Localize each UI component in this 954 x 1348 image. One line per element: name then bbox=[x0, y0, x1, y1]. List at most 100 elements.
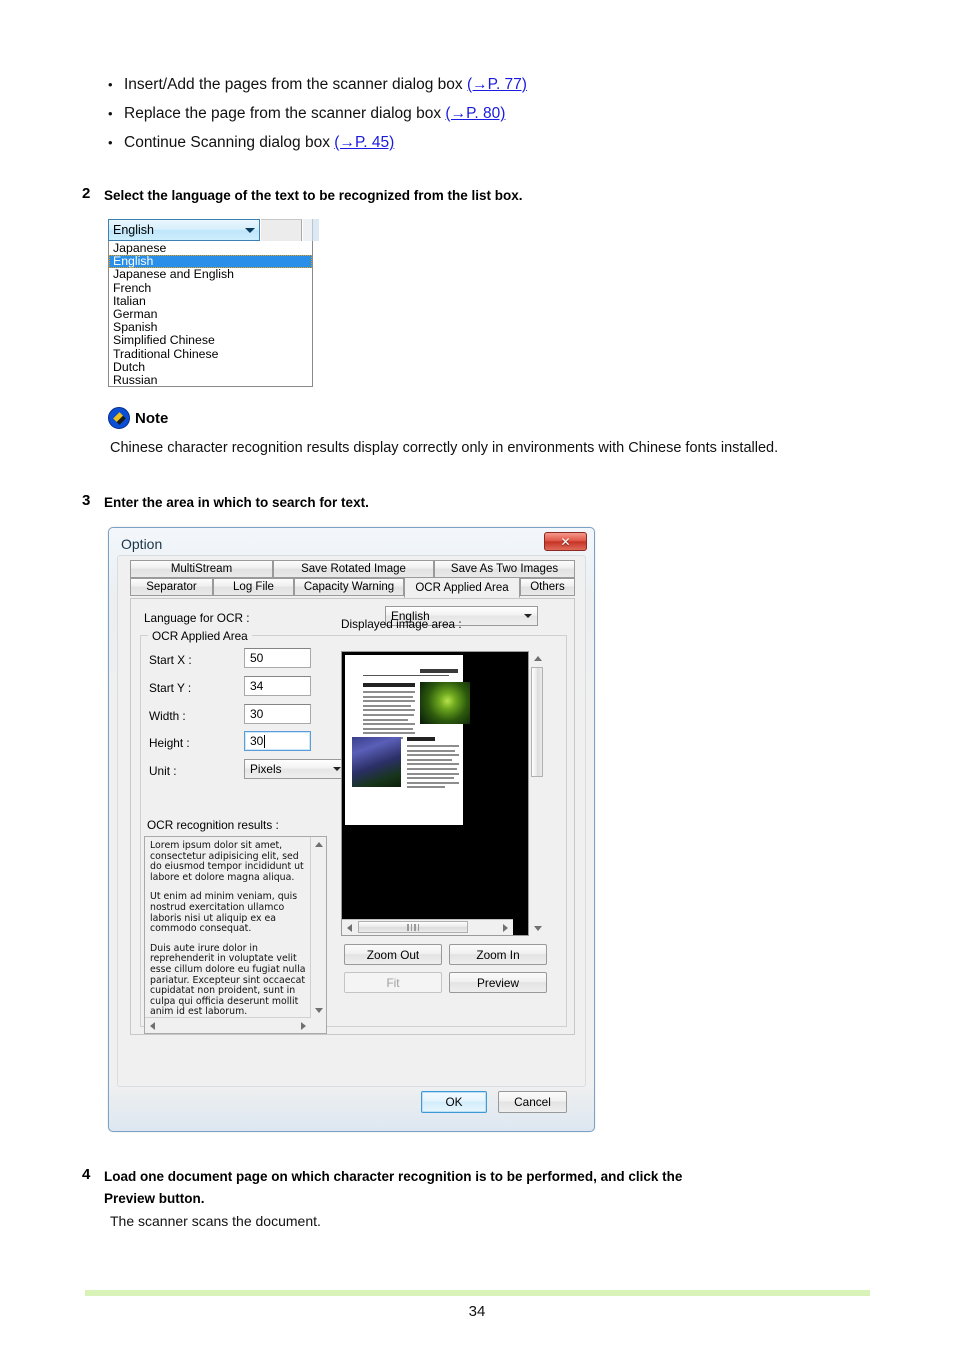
scrollbar-thumb-vertical[interactable] bbox=[531, 667, 543, 777]
scroll-up-icon[interactable] bbox=[311, 837, 326, 852]
step-text: Enter the area in which to search for te… bbox=[104, 495, 369, 510]
width-input[interactable]: 30 bbox=[244, 704, 311, 724]
preview-text-column-2 bbox=[407, 745, 459, 791]
list-option[interactable]: French bbox=[109, 281, 312, 295]
language-for-ocr-label: Language for OCR : bbox=[144, 611, 250, 625]
preview-heading-2 bbox=[407, 737, 435, 741]
step-text: Select the language of the text to be re… bbox=[104, 188, 523, 203]
step-text-line2: Preview button. bbox=[104, 1191, 205, 1206]
step-3: 3 Enter the area in which to search for … bbox=[82, 492, 872, 514]
tab-separator[interactable]: Separator bbox=[130, 578, 213, 596]
list-option[interactable]: Traditional Chinese bbox=[109, 347, 312, 361]
language-listbox[interactable]: Japanese English Japanese and English Fr… bbox=[108, 241, 313, 387]
step-number: 4 bbox=[82, 1166, 91, 1183]
preview-vertical-scrollbar[interactable] bbox=[530, 651, 546, 936]
tab-capacity-warning[interactable]: Capacity Warning bbox=[294, 578, 404, 596]
step-number: 3 bbox=[82, 492, 91, 509]
step-text-line1: Load one document page on which characte… bbox=[104, 1169, 683, 1184]
chevron-down-icon[interactable] bbox=[519, 614, 537, 618]
scroll-right-icon[interactable] bbox=[498, 920, 513, 935]
preview-header-text bbox=[420, 669, 458, 673]
tab-multistream[interactable]: MultiStream bbox=[130, 560, 273, 578]
tab-log-file[interactable]: Log File bbox=[213, 578, 294, 596]
unit-value: Pixels bbox=[250, 762, 282, 776]
bullet-text: Replace the page from the scanner dialog… bbox=[124, 105, 442, 122]
zoom-out-button[interactable]: Zoom Out bbox=[344, 944, 442, 965]
displayed-image-area-label: Displayed image area : bbox=[341, 617, 462, 631]
ocr-results-paragraph: Lorem ipsum dolor sit amet, consectetur … bbox=[150, 840, 304, 883]
combobox-adjacent-panel-2 bbox=[303, 219, 313, 241]
tab-panel-ocr-applied-area: Language for OCR : English OCR Applied A… bbox=[130, 598, 575, 1035]
height-input[interactable]: 30 bbox=[244, 731, 311, 751]
ok-button[interactable]: OK bbox=[421, 1091, 487, 1113]
scroll-left-icon[interactable] bbox=[145, 1018, 160, 1033]
close-icon[interactable]: ✕ bbox=[544, 532, 587, 551]
note-heading: Note bbox=[108, 407, 168, 429]
scroll-down-icon[interactable] bbox=[311, 1003, 326, 1018]
dialog-client-area: MultiStream Save Rotated Image Save As T… bbox=[117, 555, 586, 1087]
tab-save-as-two-images[interactable]: Save As Two Images bbox=[434, 560, 575, 578]
unit-select[interactable]: Pixels bbox=[244, 759, 347, 779]
footer-divider bbox=[85, 1290, 870, 1296]
ocr-results-text: Lorem ipsum dolor sit amet, consectetur … bbox=[145, 837, 311, 1018]
cross-reference-link[interactable]: (→P. 77) bbox=[467, 76, 527, 93]
list-item: • Continue Scanning dialog box (→P. 45) bbox=[108, 128, 868, 157]
option-dialog: Option ✕ MultiStream Save Rotated Image … bbox=[108, 527, 595, 1132]
language-combobox-field[interactable]: English bbox=[108, 219, 260, 241]
bullet-list: • Insert/Add the pages from the scanner … bbox=[108, 70, 868, 157]
preview-horizontal-scrollbar[interactable] bbox=[342, 919, 513, 935]
bullet-dot-icon: • bbox=[108, 106, 113, 121]
cross-reference-link[interactable]: (→P. 45) bbox=[334, 134, 394, 151]
group-caption: OCR Applied Area bbox=[148, 629, 252, 643]
image-preview[interactable] bbox=[341, 651, 529, 936]
textarea-vertical-scrollbar[interactable] bbox=[310, 837, 326, 1018]
tab-ocr-applied-area[interactable]: OCR Applied Area bbox=[404, 577, 520, 598]
ocr-results-label: OCR recognition results : bbox=[147, 818, 279, 832]
start-x-input[interactable]: 50 bbox=[244, 648, 311, 668]
tab-save-rotated-image[interactable]: Save Rotated Image bbox=[273, 560, 434, 578]
start-y-input[interactable]: 34 bbox=[244, 676, 311, 696]
combobox-adjacent-panel-3 bbox=[313, 219, 319, 241]
note-body: Chinese character recognition results di… bbox=[110, 440, 779, 456]
language-combobox[interactable]: English bbox=[108, 219, 319, 243]
cancel-button[interactable]: Cancel bbox=[498, 1091, 567, 1113]
width-label: Width : bbox=[149, 709, 186, 723]
step-4: 4 Load one document page on which charac… bbox=[82, 1166, 872, 1210]
combobox-adjacent-panel bbox=[261, 219, 302, 241]
page-number: 34 bbox=[468, 1303, 486, 1320]
note-title: Note bbox=[135, 409, 169, 427]
tab-others[interactable]: Others bbox=[520, 578, 575, 596]
start-y-label: Start Y : bbox=[149, 681, 192, 695]
bullet-dot-icon: • bbox=[108, 135, 113, 150]
zoom-in-button[interactable]: Zoom In bbox=[449, 944, 547, 965]
language-combobox-value: English bbox=[113, 223, 154, 237]
ocr-results-paragraph: Ut enim ad minim veniam, quis nostrud ex… bbox=[150, 891, 298, 935]
list-option[interactable]: Russian bbox=[109, 373, 312, 387]
preview-button[interactable]: Preview bbox=[449, 972, 547, 993]
textarea-horizontal-scrollbar[interactable] bbox=[145, 1017, 311, 1033]
chevron-down-icon[interactable] bbox=[240, 220, 259, 240]
preview-photo-flowers bbox=[352, 737, 401, 787]
scroll-up-icon[interactable] bbox=[530, 651, 545, 666]
manual-page: • Insert/Add the pages from the scanner … bbox=[0, 0, 954, 1348]
dialog-title: Option bbox=[121, 536, 163, 552]
list-option[interactable]: Japanese and English bbox=[109, 268, 312, 281]
step-2: 2 Select the language of the text to be … bbox=[82, 185, 872, 207]
preview-rule bbox=[363, 675, 449, 676]
bullet-text: Insert/Add the pages from the scanner di… bbox=[124, 76, 463, 93]
scrollbar-corner bbox=[311, 1018, 326, 1033]
list-item: • Replace the page from the scanner dial… bbox=[108, 99, 868, 128]
ocr-results-paragraph: Duis aute irure dolor in reprehenderit i… bbox=[150, 942, 306, 1018]
list-option[interactable]: Simplified Chinese bbox=[109, 334, 312, 347]
cross-reference-link[interactable]: (→P. 80) bbox=[445, 105, 505, 122]
step-4-followup: The scanner scans the document. bbox=[110, 1213, 321, 1229]
scroll-down-icon[interactable] bbox=[530, 921, 545, 936]
scroll-right-icon[interactable] bbox=[296, 1018, 311, 1033]
bullet-text: Continue Scanning dialog box bbox=[124, 134, 330, 151]
scroll-left-icon[interactable] bbox=[342, 920, 357, 935]
list-item: • Insert/Add the pages from the scanner … bbox=[108, 70, 868, 99]
fit-button[interactable]: Fit bbox=[344, 972, 442, 993]
scrollbar-thumb-horizontal[interactable] bbox=[358, 921, 468, 933]
height-label: Height : bbox=[149, 736, 190, 750]
ocr-results-textarea[interactable]: Lorem ipsum dolor sit amet, consectetur … bbox=[144, 836, 327, 1034]
